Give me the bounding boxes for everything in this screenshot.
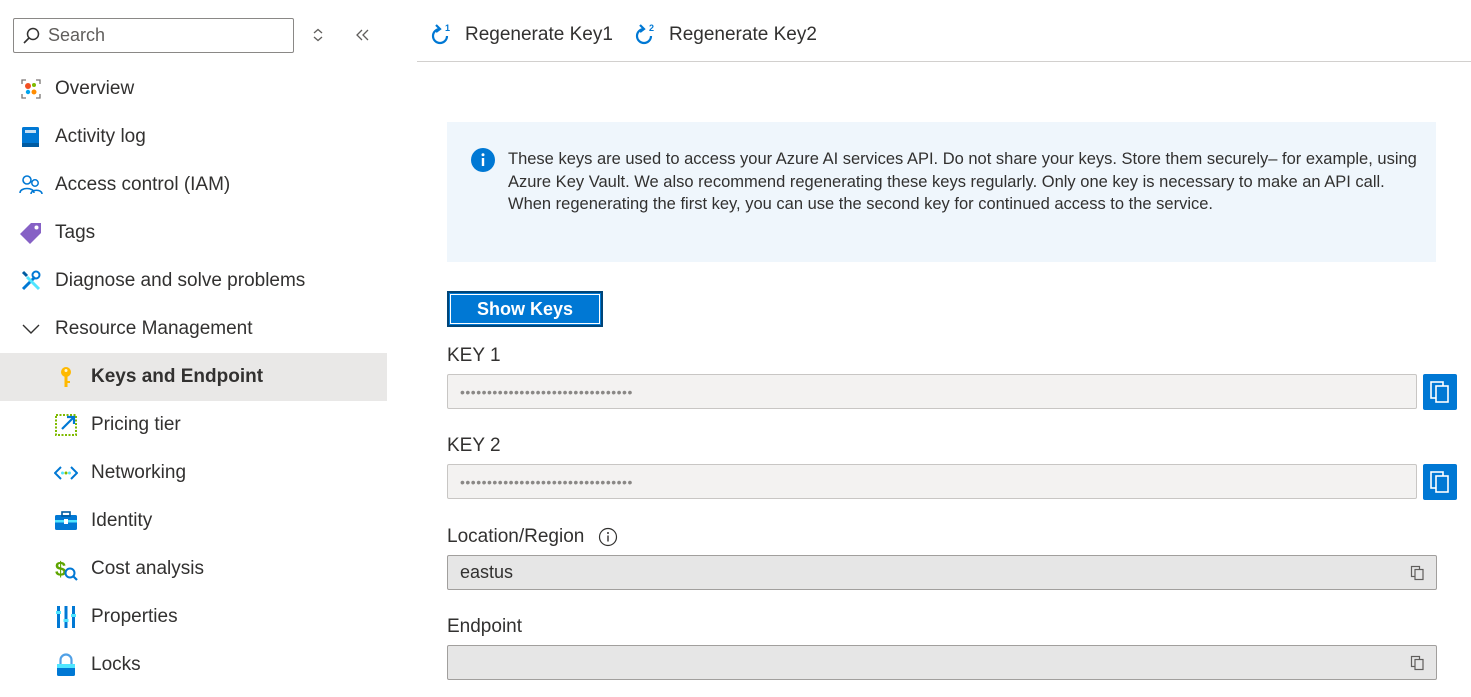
people-icon: [19, 173, 43, 197]
regenerate-key2-button[interactable]: 2 Regenerate Key2: [633, 20, 817, 50]
key2-field[interactable]: ••••••••••••••••••••••••••••••••: [447, 464, 1417, 499]
sidebar-item-diagnose[interactable]: Diagnose and solve problems: [0, 257, 387, 305]
location-label: Location/Region: [447, 526, 585, 547]
sidebar-item-label: Identity: [91, 510, 153, 531]
overview-icon: [19, 77, 43, 101]
search-input[interactable]: [48, 25, 288, 46]
pricing-tier-icon: [54, 413, 78, 437]
endpoint-label: Endpoint: [447, 616, 523, 637]
copy-icon: [1430, 471, 1449, 493]
sidebar-item-label: Locks: [91, 654, 141, 675]
refresh-key1-icon: 1: [431, 23, 450, 45]
sidebar-item-label: Networking: [91, 462, 187, 483]
sidebar-item-properties[interactable]: Properties: [0, 593, 387, 641]
search-box[interactable]: [13, 18, 294, 53]
regenerate-key1-button[interactable]: 1 Regenerate Key1: [429, 20, 613, 50]
regenerate-key2-label: Regenerate Key2: [669, 24, 817, 45]
sidebar-item-overview[interactable]: Overview: [0, 65, 387, 113]
sidebar-item-label: Keys and Endpoint: [91, 366, 264, 387]
cost-analysis-icon: $: [54, 557, 78, 581]
show-keys-button[interactable]: Show Keys: [447, 291, 603, 327]
copy-key2-button[interactable]: [1423, 464, 1457, 500]
networking-icon: [54, 461, 78, 485]
search-icon: [23, 27, 40, 44]
refresh-key2-icon: 2: [635, 23, 654, 45]
info-icon: [471, 148, 495, 172]
copy-location-icon[interactable]: [1410, 565, 1426, 581]
key2-label: KEY 2: [447, 435, 501, 456]
svg-text:$: $: [55, 559, 66, 581]
sidebar-item-locks[interactable]: Locks: [0, 641, 387, 689]
sort-toggle-icon[interactable]: [307, 24, 329, 46]
sidebar: Overview Activity log Access control (IA…: [0, 0, 387, 697]
svg-text:1: 1: [445, 23, 450, 33]
info-circle-icon[interactable]: [598, 527, 618, 547]
wrench-icon: [19, 269, 43, 293]
copy-icon: [1430, 381, 1449, 403]
info-text: These keys are used to access your Azure…: [508, 150, 1417, 214]
svg-text:2: 2: [649, 23, 654, 33]
sidebar-item-identity[interactable]: Identity: [0, 497, 387, 545]
sidebar-item-label: Properties: [91, 606, 178, 627]
sidebar-item-tags[interactable]: Tags: [0, 209, 387, 257]
properties-icon: [54, 605, 78, 629]
key-icon: [54, 365, 78, 389]
collapse-sidebar-icon[interactable]: [352, 24, 374, 46]
sidebar-item-activity-log[interactable]: Activity log: [0, 113, 387, 161]
sidebar-item-networking[interactable]: Networking: [0, 449, 387, 497]
location-field[interactable]: eastus: [447, 555, 1437, 590]
sidebar-item-label: Cost analysis: [91, 558, 204, 579]
activity-log-icon: [19, 125, 43, 149]
sidebar-item-label: Resource Management: [55, 318, 253, 339]
sidebar-item-label: Activity log: [55, 126, 146, 147]
command-bar: 1 Regenerate Key1 2 Regenerate Key2: [417, 0, 1471, 62]
copy-endpoint-icon[interactable]: [1410, 655, 1426, 671]
sidebar-item-label: Access control (IAM): [55, 174, 231, 195]
sidebar-group-resource-management[interactable]: Resource Management: [0, 305, 387, 353]
location-value: eastus: [460, 562, 514, 582]
sidebar-item-label: Overview: [55, 78, 135, 99]
info-banner: These keys are used to access your Azure…: [447, 122, 1436, 262]
key1-label: KEY 1: [447, 345, 501, 366]
sidebar-item-label: Pricing tier: [91, 414, 181, 435]
sidebar-item-keys-and-endpoint[interactable]: Keys and Endpoint: [0, 353, 387, 401]
sidebar-item-access-control[interactable]: Access control (IAM): [0, 161, 387, 209]
identity-icon: [54, 509, 78, 533]
sidebar-item-label: Tags: [55, 222, 96, 243]
copy-key1-button[interactable]: [1423, 374, 1457, 410]
key1-field[interactable]: ••••••••••••••••••••••••••••••••: [447, 374, 1417, 409]
lock-icon: [54, 653, 78, 677]
chevron-down-icon: [19, 317, 43, 341]
location-label-row: Location/Region: [447, 526, 618, 548]
sidebar-item-label: Diagnose and solve problems: [55, 270, 306, 291]
tag-icon: [19, 221, 43, 245]
regenerate-key1-label: Regenerate Key1: [465, 24, 613, 45]
sidebar-item-cost-analysis[interactable]: $ Cost analysis: [0, 545, 387, 593]
sidebar-item-pricing-tier[interactable]: Pricing tier: [0, 401, 387, 449]
endpoint-field[interactable]: [447, 645, 1437, 680]
